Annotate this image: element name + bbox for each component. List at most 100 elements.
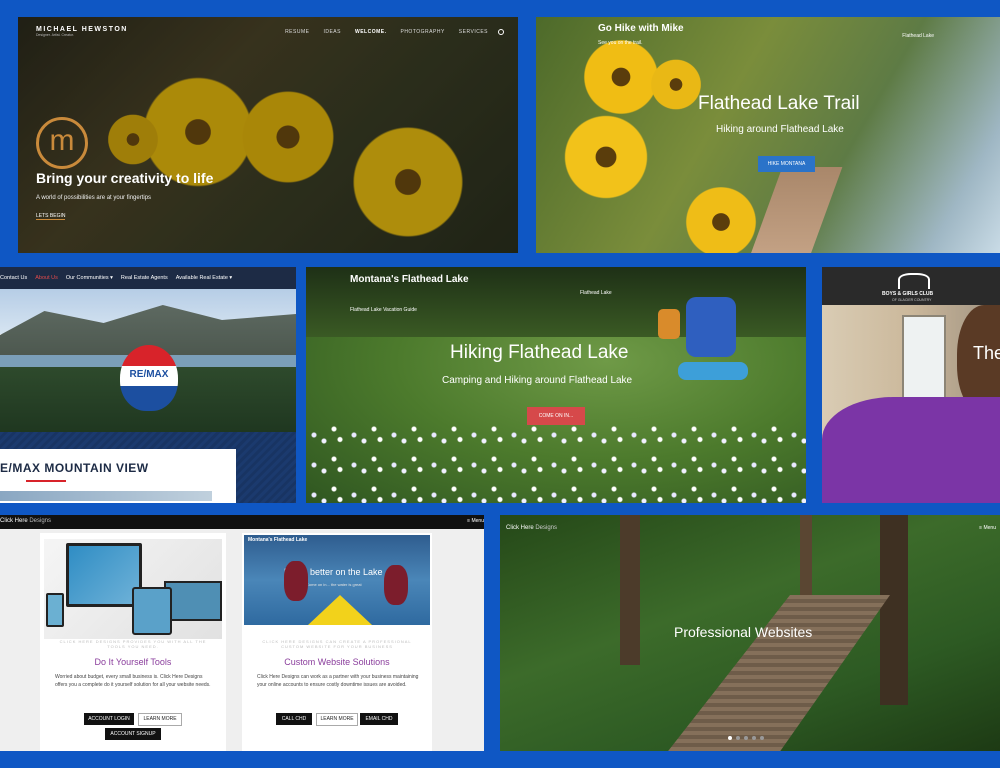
hike-montana-button[interactable]: HIKE MONTANA <box>758 156 815 172</box>
come-on-in-button[interactable]: COME ON IN... <box>527 407 585 425</box>
child-shirt <box>822 397 1000 503</box>
bedroll-illustration <box>678 362 748 380</box>
brand-suffix: Designs <box>29 518 52 524</box>
nav-welcome[interactable]: WELCOME. <box>355 29 387 35</box>
tablet-illustration <box>132 587 172 635</box>
call-chd-button[interactable]: CALL CHD <box>276 713 312 725</box>
brand-name: Click Here <box>506 525 534 531</box>
logo-text: MICHAEL HEWSTON <box>36 26 128 33</box>
hero-subtitle: Hiking around Flathead Lake <box>716 124 844 135</box>
lets-begin-link[interactable]: LETS BEGIN <box>36 213 66 220</box>
custom-card: Montana's Flathead Lake Life is better o… <box>242 533 432 751</box>
wildflowers <box>306 417 806 503</box>
site-tagline: Flathead Lake Vacation Guide <box>350 307 417 313</box>
phone-illustration <box>46 593 64 627</box>
tree-trunk <box>880 515 908 705</box>
learn-more-button[interactable]: LEARN MORE <box>138 713 182 726</box>
slider-dot[interactable] <box>752 736 756 740</box>
office-heading: E/MAX MOUNTAIN VIEW <box>0 461 149 475</box>
kayak-illustration <box>308 595 372 625</box>
account-login-button[interactable]: ACCOUNT LOGIN <box>84 713 134 725</box>
club-logo-subtext: OF GLACIER COUNTRY <box>892 298 932 302</box>
thumb-subtitle: Come on in... the water is great <box>306 582 362 587</box>
flower-decoration <box>556 112 656 202</box>
backpack-illustration <box>686 297 736 357</box>
flower-decoration <box>676 187 766 253</box>
remax-screenshot: Contact Us About Us Our Communities ▾ Re… <box>0 267 296 503</box>
brand-name: Click Here <box>0 518 28 524</box>
nav-about-us[interactable]: About Us <box>35 275 58 281</box>
site-brand[interactable]: Click Here Designs <box>0 518 51 524</box>
email-chd-button[interactable]: EMAIL CHD <box>360 713 398 725</box>
flower-decoration <box>646 57 706 112</box>
click-here-designs-forest-screenshot: Click Here Designs ≡ Menu Professional W… <box>500 515 1000 751</box>
hiker-pack-orange <box>658 309 680 339</box>
nav-available-real-estate[interactable]: Available Real Estate ▾ <box>176 275 232 281</box>
tree-trunk <box>620 515 640 665</box>
m-logo-icon: m <box>36 117 88 169</box>
site-brand[interactable]: Montana's Flathead Lake <box>350 273 470 286</box>
go-hike-with-mike-screenshot: Go Hike with Mike See you on the trail. … <box>536 17 1000 253</box>
nav-real-estate-agents[interactable]: Real Estate Agents <box>121 275 168 281</box>
title-card: E/MAX MOUNTAIN VIEW <box>0 449 236 503</box>
hero-title: Professional Websites <box>674 624 813 640</box>
slider-dot-active[interactable] <box>728 736 732 740</box>
main-nav: RESUME IDEAS WELCOME. PHOTOGRAPHY SERVIC… <box>271 29 504 35</box>
learn-more-button[interactable]: LEARN MORE <box>316 713 358 726</box>
balloon-text: RE/MAX <box>129 369 169 380</box>
search-icon[interactable] <box>498 29 504 35</box>
brand-suffix: Designs <box>535 525 558 531</box>
heading-underline <box>26 480 66 482</box>
montanas-flathead-lake-screenshot: Montana's Flathead Lake Flathead Lake Va… <box>306 267 806 503</box>
club-logo-icon[interactable] <box>898 273 930 289</box>
account-signup-button[interactable]: ACCOUNT SIGNUP <box>105 728 161 740</box>
top-right-link[interactable]: Flathead Lake <box>902 33 934 39</box>
slider-dot[interactable] <box>744 736 748 740</box>
top-bar <box>0 515 484 529</box>
michael-hewston-screenshot: MICHAEL HEWSTON Designer. Artist. Creato… <box>18 17 518 253</box>
hero-headline: Bring your creativity to life <box>36 170 214 186</box>
boardwalk-illustration <box>665 595 890 751</box>
shoe-left <box>284 561 308 601</box>
slider-dot[interactable] <box>760 736 764 740</box>
nav-photography[interactable]: PHOTOGRAPHY <box>400 29 444 35</box>
hero-title: Flathead Lake Trail <box>698 93 860 114</box>
slider-dots <box>728 736 764 740</box>
lake-thumbnail: Montana's Flathead Lake Life is better o… <box>244 535 430 625</box>
logo-subtext: Designer. Artist. Creator. <box>36 33 74 37</box>
diy-body: Worried about budget, every small busine… <box>55 674 211 688</box>
menu-button[interactable]: ≡ Menu <box>979 525 996 531</box>
nav-ideas[interactable]: IDEAS <box>323 29 341 35</box>
monitor-illustration <box>66 543 142 607</box>
custom-tagline: CLICK HERE DESIGNS CAN CREATE A PROFESSI… <box>262 639 412 649</box>
custom-title: Custom Website Solutions <box>284 657 390 667</box>
hero-title: Hiking Flathead Lake <box>450 342 629 363</box>
hero-subtitle: Camping and Hiking around Flathead Lake <box>442 375 633 386</box>
hero-subtext: A world of possibilities are at your fin… <box>36 195 152 201</box>
laptop-illustration <box>164 581 222 621</box>
site-tagline: See you on the trail. <box>598 40 643 46</box>
top-nav: Contact Us About Us Our Communities ▾ Re… <box>0 267 296 289</box>
shoe-right <box>384 565 408 605</box>
diy-title: Do It Yourself Tools <box>94 657 172 667</box>
nav-our-communities[interactable]: Our Communities ▾ <box>66 275 113 281</box>
window-decoration <box>902 315 946 399</box>
nav-services[interactable]: SERVICES <box>459 29 488 35</box>
site-brand[interactable]: Click Here Designs <box>506 525 557 531</box>
club-logo-text: BOYS & GIRLS CLUB <box>882 291 934 297</box>
top-right-link[interactable]: Flathead Lake <box>580 290 612 296</box>
nav-contact-us[interactable]: Contact Us <box>0 275 27 281</box>
devices-illustration <box>44 539 222 639</box>
boys-girls-club-screenshot: BOYS & GIRLS CLUB OF GLACIER COUNTRY The <box>822 267 1000 503</box>
site-logo[interactable]: MICHAEL HEWSTON Designer. Artist. Creato… <box>36 26 128 37</box>
thumb-brand: Montana's Flathead Lake <box>248 537 308 543</box>
diy-tagline: CLICK HERE DESIGNS PROVIDES YOU WITH ALL… <box>59 639 207 649</box>
hero-headline: The <box>973 343 1000 363</box>
diy-card: CLICK HERE DESIGNS PROVIDES YOU WITH ALL… <box>40 533 226 751</box>
nav-resume[interactable]: RESUME <box>285 29 309 35</box>
site-brand[interactable]: Go Hike with Mike <box>598 23 684 34</box>
custom-body: Click Here Designs can work as a partner… <box>257 674 419 688</box>
slider-dot[interactable] <box>736 736 740 740</box>
menu-button[interactable]: ≡ Menu <box>467 518 484 524</box>
card-image-strip <box>0 491 212 501</box>
